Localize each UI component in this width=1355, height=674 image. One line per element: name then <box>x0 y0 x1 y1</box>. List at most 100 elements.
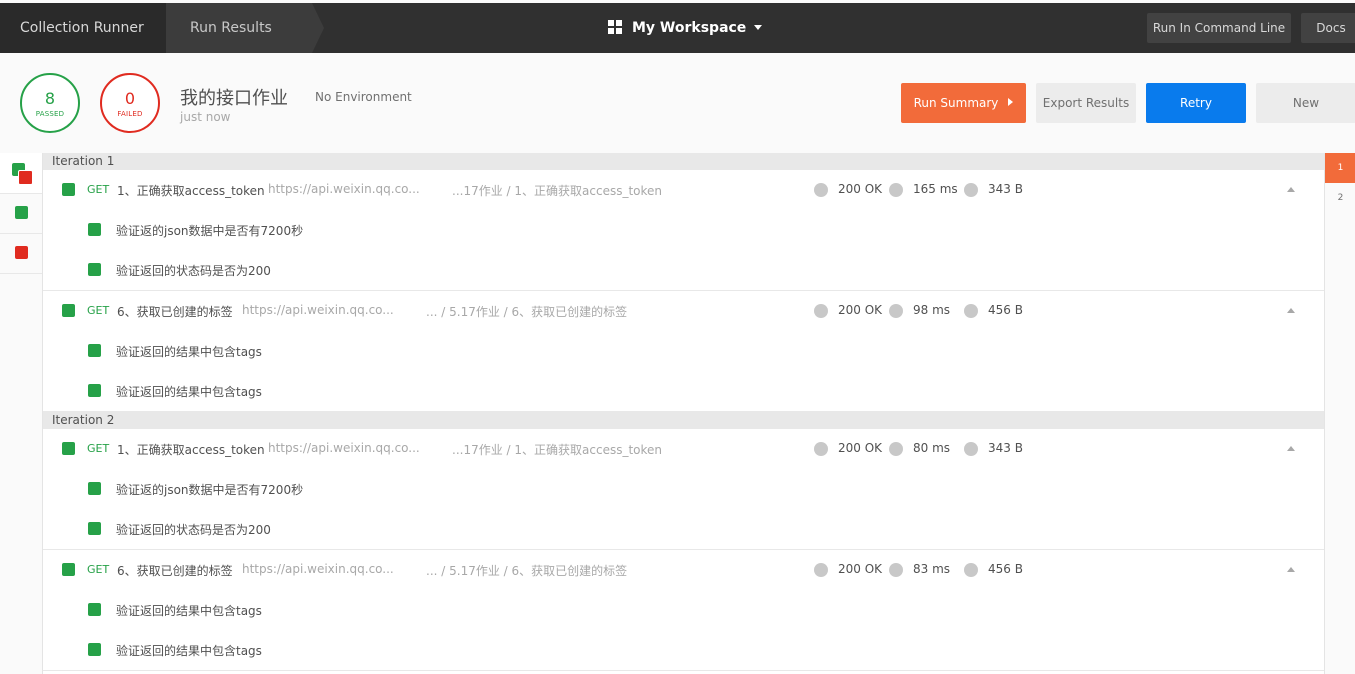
test-row: 验证返的json数据中是否有7200秒 <box>43 210 1324 250</box>
response-status: 200 OK <box>838 303 883 317</box>
run-time: just now <box>180 110 231 124</box>
failed-counter: 0 FAILED <box>100 73 160 133</box>
test-results: 验证返回的结果中包含tags 验证返回的结果中包含tags <box>43 590 1324 671</box>
test-row: 验证返回的状态码是否为200 <box>43 250 1324 290</box>
size-dot-icon <box>964 304 978 318</box>
test-name: 验证返回的结果中包含tags <box>116 345 262 359</box>
collection-name: 我的接口作业 <box>180 88 288 109</box>
status-dot-icon <box>814 304 828 318</box>
passed-square-icon <box>62 442 75 455</box>
test-row: 验证返回的结果中包含tags <box>43 630 1324 670</box>
retry-button[interactable]: Retry <box>1146 83 1246 123</box>
response-time: 98 ms <box>913 303 951 317</box>
status-dot-icon <box>814 183 828 197</box>
run-header: 8 PASSED 0 FAILED 我的接口作业 No Environment … <box>0 53 1355 153</box>
request-path: ... / 5.17作业 / 6、获取已创建的标签 <box>426 564 628 578</box>
workspace-name: My Workspace <box>632 20 747 36</box>
iteration-nav-item[interactable]: 1 <box>1325 153 1355 183</box>
test-row: 验证返回的结果中包含tags <box>43 590 1324 630</box>
request-method: GET <box>87 183 110 196</box>
request-row[interactable]: GET 1、正确获取access_token https://api.weixin.… <box>43 429 1324 470</box>
response-time: 83 ms <box>913 562 951 576</box>
passed-square-icon <box>62 563 75 576</box>
test-name: 验证返的json数据中是否有7200秒 <box>116 224 304 238</box>
play-arrow-icon <box>1008 98 1014 106</box>
workspace-switcher[interactable]: My Workspace <box>608 3 763 53</box>
new-button[interactable]: New <box>1256 83 1355 123</box>
results-list: Iteration 1 GET 1、正确获取access_token https://… <box>43 153 1324 674</box>
collapse-chevron-icon[interactable] <box>1287 446 1295 451</box>
test-results: 验证返的json数据中是否有7200秒 验证返回的状态码是否为200 <box>43 469 1324 550</box>
response-size: 456 B <box>988 303 1023 317</box>
run-summary-button[interactable]: Run Summary <box>901 83 1026 123</box>
passed-count: 8 <box>44 89 56 108</box>
top-bar: Collection Runner Run Results My Workspa… <box>0 3 1355 53</box>
result-filter-rail <box>0 153 43 674</box>
collapse-chevron-icon[interactable] <box>1287 567 1295 572</box>
passed-square-icon <box>88 603 101 616</box>
request-name: 6、获取已创建的标签 <box>117 305 233 319</box>
docs-button[interactable]: Docs <box>1301 13 1355 43</box>
response-time: 165 ms <box>913 182 958 196</box>
run-in-command-line-button[interactable]: Run In Command Line <box>1147 13 1291 43</box>
passed-square-icon <box>15 206 28 219</box>
test-name: 验证返回的结果中包含tags <box>116 385 262 399</box>
test-name: 验证返回的状态码是否为200 <box>116 523 271 537</box>
test-name: 验证返的json数据中是否有7200秒 <box>116 483 304 497</box>
status-dot-icon <box>814 563 828 577</box>
filter-all-button[interactable] <box>0 153 42 194</box>
request-url: https://api.weixin.qq.co... <box>268 441 420 455</box>
request-row[interactable]: GET 6、获取已创建的标签 https://api.weixin.qq.co...… <box>43 291 1324 332</box>
request-name: 1、正确获取access_token <box>117 443 265 457</box>
iteration-nav: 1 2 <box>1324 153 1355 674</box>
test-row: 验证返回的状态码是否为200 <box>43 509 1324 549</box>
breadcrumb-run-results[interactable]: Run Results <box>166 3 324 53</box>
request-url: https://api.weixin.qq.co... <box>268 182 420 196</box>
failed-square-icon <box>15 246 28 259</box>
request-path: ... / 5.17作业 / 6、获取已创建的标签 <box>426 305 628 319</box>
passed-square-icon <box>88 643 101 656</box>
passed-square-icon <box>88 223 101 236</box>
request-name: 1、正确获取access_token <box>117 184 265 198</box>
run-summary-label: Run Summary <box>913 96 999 110</box>
response-status: 200 OK <box>838 441 883 455</box>
collapse-chevron-icon[interactable] <box>1287 308 1295 313</box>
filter-failed-button[interactable] <box>0 233 42 274</box>
environment-label: No Environment <box>315 90 412 104</box>
size-dot-icon <box>964 442 978 456</box>
passed-square-icon <box>88 344 101 357</box>
export-results-button[interactable]: Export Results <box>1036 83 1136 123</box>
request-method: GET <box>87 442 110 455</box>
passed-label: PASSED <box>35 110 65 118</box>
failed-label: FAILED <box>117 110 143 118</box>
request-method: GET <box>87 563 110 576</box>
workspace-grid-icon <box>608 20 622 34</box>
test-row: 验证返回的结果中包含tags <box>43 371 1324 411</box>
request-name: 6、获取已创建的标签 <box>117 564 233 578</box>
response-size: 456 B <box>988 562 1023 576</box>
passed-square-icon <box>88 384 101 397</box>
request-method: GET <box>87 304 110 317</box>
time-dot-icon <box>889 442 903 456</box>
passed-square-icon <box>88 263 101 276</box>
response-size: 343 B <box>988 441 1023 455</box>
request-row[interactable]: GET 1、正确获取access_token https://api.weixin.… <box>43 170 1324 211</box>
filter-passed-button[interactable] <box>0 193 42 234</box>
request-row[interactable]: GET 6、获取已创建的标签 https://api.weixin.qq.co...… <box>43 550 1324 591</box>
request-url: https://api.weixin.qq.co... <box>242 562 394 576</box>
iteration-header: Iteration 2 <box>43 412 1324 429</box>
passed-square-icon <box>88 482 101 495</box>
time-dot-icon <box>889 183 903 197</box>
response-time: 80 ms <box>913 441 951 455</box>
test-row: 验证返的json数据中是否有7200秒 <box>43 469 1324 509</box>
request-url: https://api.weixin.qq.co... <box>242 303 394 317</box>
iteration-nav-item[interactable]: 2 <box>1325 183 1355 213</box>
response-size: 343 B <box>988 182 1023 196</box>
size-dot-icon <box>964 563 978 577</box>
time-dot-icon <box>889 563 903 577</box>
collapse-chevron-icon[interactable] <box>1287 187 1295 192</box>
test-name: 验证返回的结果中包含tags <box>116 604 262 618</box>
breadcrumb-collection-runner[interactable]: Collection Runner <box>0 3 178 53</box>
caret-down-icon <box>754 25 763 30</box>
size-dot-icon <box>964 183 978 197</box>
